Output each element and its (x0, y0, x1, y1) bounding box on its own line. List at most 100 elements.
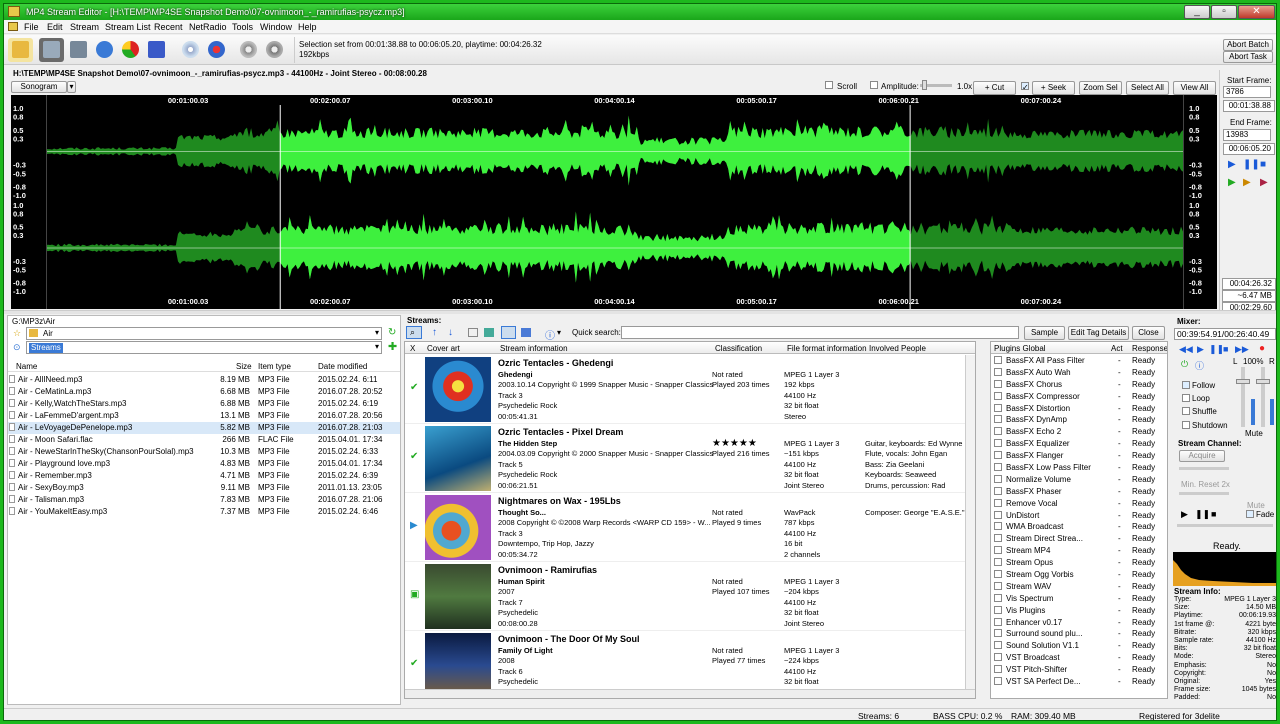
close-button[interactable]: ✕ (1238, 5, 1275, 19)
view-mode-select[interactable]: Sonogram (11, 81, 67, 93)
prev-icon[interactable]: ◀◀ (1179, 344, 1193, 355)
mixer-stop-icon[interactable]: ■ (1223, 344, 1228, 354)
play-green-icon[interactable]: ▶ (1228, 177, 1236, 188)
file-row[interactable]: Air - Playground love.mp3 4.83 MB MP3 Fi… (8, 458, 400, 470)
plugin-checkbox[interactable] (994, 570, 1002, 579)
plugin-row[interactable]: Stream Ogg Vorbis - Ready (991, 569, 1167, 581)
plugin-checkbox[interactable] (994, 427, 1002, 436)
file-row[interactable]: Air - LeVoyageDePenelope.mp3 5.82 MB MP3… (8, 422, 400, 434)
splitter[interactable] (4, 310, 1276, 314)
plugin-row[interactable]: WMA Broadcast - Ready (991, 521, 1167, 533)
next-icon[interactable]: ▶▶ (1235, 344, 1249, 355)
plugin-row[interactable]: VST SA Perfect De... - Ready (991, 676, 1167, 688)
plugin-checkbox[interactable] (994, 510, 1002, 519)
stream-row[interactable]: ✔ Ozric Tentacles - Ghedengi Ghedengi 2003.… (405, 355, 975, 424)
plugin-checkbox[interactable] (994, 534, 1002, 543)
plugin-row[interactable]: BassFX DynAmp - Ready (991, 414, 1167, 426)
plugin-row[interactable]: Stream Opus - Ready (991, 557, 1167, 569)
sample-button[interactable]: Sample (1024, 326, 1065, 340)
cut-button[interactable]: + Cut (973, 81, 1016, 95)
file-row[interactable]: Air - AllINeed.mp3 8.19 MB MP3 File 2015… (8, 374, 400, 386)
plugin-row[interactable]: Stream Direct Strea... - Ready (991, 533, 1167, 545)
channel-play-icon[interactable]: ▶ (1181, 509, 1188, 520)
fade-checkbox[interactable] (1246, 510, 1254, 518)
plugin-row[interactable]: BassFX All Pass Filter - Ready (991, 355, 1167, 367)
info-icon[interactable]: ⓘ (545, 327, 555, 342)
plugin-row[interactable]: Sound Solution V1.1 - Ready (991, 640, 1167, 652)
plugin-checkbox[interactable] (994, 498, 1002, 507)
maximize-button[interactable]: ▫ (1211, 5, 1237, 19)
col-size[interactable]: Size (236, 362, 252, 371)
plugin-checkbox[interactable] (994, 522, 1002, 531)
col-type[interactable]: Item type (258, 362, 291, 371)
menu-edit[interactable]: Edit (47, 22, 63, 32)
move-down-icon[interactable]: ↓ (448, 327, 453, 338)
shutdown-checkbox[interactable] (1182, 421, 1190, 429)
mixer-play-icon[interactable]: ▶ (1197, 344, 1204, 355)
cover-view-icon[interactable] (501, 326, 516, 339)
plugin-row[interactable]: BassFX Low Pass Filter - Ready (991, 462, 1167, 474)
plugin-checkbox[interactable] (994, 439, 1002, 448)
minimize-button[interactable]: _ (1184, 5, 1210, 19)
volume-thumb-left[interactable] (1236, 379, 1250, 384)
scroll-checkbox[interactable] (825, 81, 833, 89)
plugin-checkbox[interactable] (994, 593, 1002, 602)
file-row[interactable]: Air - YouMakeItEasy.mp3 7.37 MB MP3 File… (8, 506, 400, 518)
channel-pause-icon[interactable]: ❚❚ (1195, 509, 1210, 520)
col-plugins[interactable]: Plugins Global (994, 344, 1046, 353)
menu-help[interactable]: Help (298, 22, 317, 32)
file-row[interactable]: Air - Kelly,WatchTheStars.mp3 6.88 MB MP… (8, 398, 400, 410)
open-folder-button[interactable] (8, 38, 33, 62)
info-dropdown-icon[interactable]: ▾ (557, 328, 561, 337)
plugin-checkbox[interactable] (994, 379, 1002, 388)
streams-hscrollbar[interactable] (405, 689, 975, 698)
close-streams-button[interactable]: Close (1132, 326, 1165, 340)
plugin-row[interactable]: BassFX Distortion - Ready (991, 403, 1167, 415)
file-row[interactable]: Air - Moon Safari.flac 266 MB FLAC File … (8, 434, 400, 446)
plugin-row[interactable]: VST Pitch-Shifter - Ready (991, 664, 1167, 676)
menu-netradio[interactable]: NetRadio (189, 22, 227, 32)
menu-recent[interactable]: Recent (154, 22, 183, 32)
acquire-button[interactable]: Acquire (1179, 450, 1225, 462)
menu-stream[interactable]: Stream (70, 22, 99, 32)
power-icon[interactable]: ⏻ (1181, 359, 1188, 370)
streams-vscrollbar[interactable] (965, 355, 975, 689)
seek-checkbox[interactable]: ✓ (1021, 82, 1029, 92)
save-as-button[interactable] (66, 38, 91, 62)
col-format[interactable]: File format information (787, 344, 867, 353)
tag-button[interactable] (92, 38, 117, 62)
file-row[interactable]: Air - LaFemmeD'argent.mp3 13.1 MB MP3 Fi… (8, 410, 400, 422)
stream-row[interactable]: ▶ Nightmares on Wax - 195Lbs Thought So...… (405, 493, 975, 562)
image-icon[interactable] (484, 328, 494, 337)
follow-checkbox[interactable] (1182, 381, 1190, 389)
plugin-row[interactable]: Normalize Volume - Ready (991, 474, 1167, 486)
stats-button[interactable] (118, 38, 143, 62)
add-icon[interactable]: ✚ (388, 340, 397, 353)
volume-thumb-right[interactable] (1256, 379, 1270, 384)
favorites-select[interactable]: Streams ▾ (26, 341, 382, 354)
col-date[interactable]: Date modified (318, 362, 367, 371)
plugin-checkbox[interactable] (994, 403, 1002, 412)
edit-tag-button[interactable]: Edit Tag Details (1068, 326, 1129, 340)
loop-checkbox[interactable] (1182, 394, 1190, 402)
refresh-icon[interactable]: ↻ (388, 327, 396, 338)
cd-button[interactable] (178, 38, 203, 62)
col-people[interactable]: Involved People (869, 344, 926, 353)
mixer-pause-icon[interactable]: ❚❚ (1209, 344, 1224, 355)
pause-icon[interactable]: ❚❚ (1243, 159, 1260, 170)
stop-icon[interactable]: ■ (1260, 159, 1266, 170)
volume-slider-right[interactable] (1261, 367, 1265, 427)
menu-window[interactable]: Window (260, 22, 292, 32)
start-frame-input[interactable]: 3786 (1223, 86, 1271, 98)
plugin-row[interactable]: Surround sound plu... - Ready (991, 628, 1167, 640)
plugin-row[interactable]: BassFX Auto Wah - Ready (991, 367, 1167, 379)
plugin-row[interactable]: Stream WAV - Ready (991, 581, 1167, 593)
plugin-row[interactable]: Vis Spectrum - Ready (991, 593, 1167, 605)
view-all-button[interactable]: View All (1173, 81, 1216, 95)
quick-search-input[interactable] (621, 326, 1019, 339)
stream-row[interactable]: ▣ Ovnimoon - Ramirufias Human Spirit 2007 Tr… (405, 562, 975, 631)
move-up-icon[interactable]: ↑ (432, 327, 437, 338)
plugin-checkbox[interactable] (994, 451, 1002, 460)
menu-file[interactable]: File (24, 22, 39, 32)
plugin-checkbox[interactable] (994, 356, 1002, 364)
